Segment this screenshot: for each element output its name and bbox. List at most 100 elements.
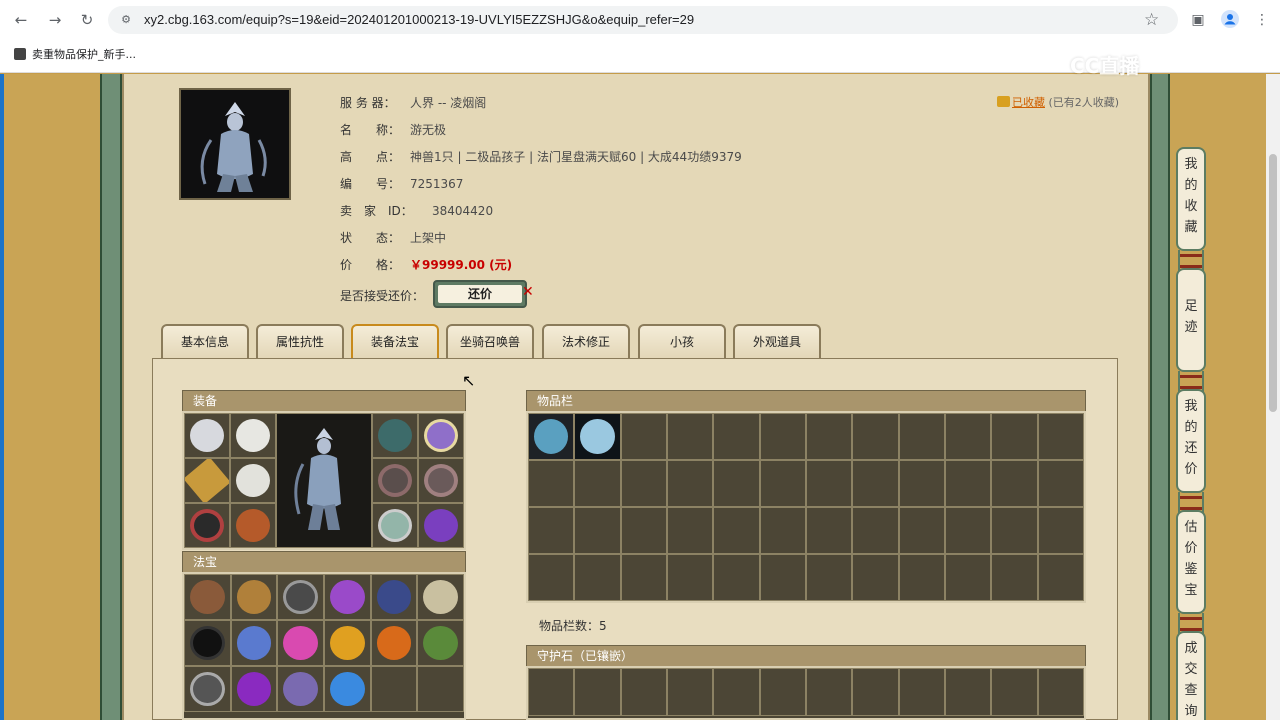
equip-slot[interactable] xyxy=(372,413,418,458)
guardstone-slot[interactable] xyxy=(944,668,992,716)
inventory-slot[interactable] xyxy=(944,507,992,554)
profile-icon[interactable] xyxy=(1220,10,1240,30)
sidebar-trade-query[interactable]: 成交查询 xyxy=(1176,631,1206,720)
treasure-slot[interactable] xyxy=(184,666,231,712)
address-bar[interactable]: ⚙ xy2.cbg.163.com/equip?s=19&eid=2024012… xyxy=(108,6,1178,34)
tab-equipment[interactable]: 装备法宝 xyxy=(351,324,439,358)
equip-slot[interactable] xyxy=(230,413,276,458)
inventory-slot[interactable] xyxy=(991,554,1038,601)
inventory-slot[interactable] xyxy=(991,507,1038,554)
inventory-slot[interactable] xyxy=(574,554,621,601)
inventory-slot[interactable] xyxy=(666,554,714,601)
equip-slot[interactable] xyxy=(418,503,464,548)
inventory-slot[interactable] xyxy=(574,507,621,554)
treasure-slot[interactable] xyxy=(230,574,278,620)
treasure-slot[interactable] xyxy=(277,574,324,620)
page-scrollbar[interactable] xyxy=(1266,74,1280,720)
guardstone-slot[interactable] xyxy=(713,668,760,716)
treasure-slot[interactable] xyxy=(370,666,418,712)
sidebar-footprints[interactable]: 足迹 xyxy=(1176,268,1206,372)
guardstone-slot[interactable] xyxy=(574,668,621,716)
tab-mounts-pets[interactable]: 坐骑召唤兽 xyxy=(446,324,534,358)
inventory-slot[interactable] xyxy=(898,507,945,554)
inventory-slot[interactable] xyxy=(898,460,945,507)
treasure-slot[interactable] xyxy=(184,574,231,620)
equip-slot[interactable] xyxy=(230,503,276,548)
inventory-slot[interactable] xyxy=(759,507,806,554)
inventory-slot[interactable] xyxy=(991,460,1038,507)
guardstone-slot[interactable] xyxy=(620,668,667,716)
menu-dots-icon[interactable]: ⋮ xyxy=(1252,10,1272,30)
bookmark-item[interactable]: 卖重物品保护_新手... xyxy=(14,46,136,64)
sidebar-my-offers[interactable]: 我的还价 xyxy=(1176,389,1206,493)
inventory-slot[interactable] xyxy=(1037,554,1084,601)
inventory-slot[interactable] xyxy=(852,554,899,601)
inventory-slot[interactable] xyxy=(852,507,899,554)
close-icon[interactable]: ✕ xyxy=(522,284,534,300)
guardstone-slot[interactable] xyxy=(1037,668,1084,716)
reload-icon[interactable]: ↻ xyxy=(76,9,98,31)
inventory-slot[interactable] xyxy=(805,413,853,460)
treasure-slot[interactable] xyxy=(370,574,418,620)
treasure-slot[interactable] xyxy=(184,620,231,666)
inventory-slot[interactable] xyxy=(852,460,899,507)
url-text[interactable]: xy2.cbg.163.com/equip?s=19&eid=202401201… xyxy=(144,12,694,27)
inventory-slot[interactable] xyxy=(620,554,667,601)
equip-slot[interactable] xyxy=(184,503,230,548)
bookmark-star-icon[interactable]: ☆ xyxy=(1144,10,1159,30)
treasure-slot[interactable] xyxy=(417,620,464,666)
equip-slot[interactable] xyxy=(184,458,230,503)
treasure-slot[interactable] xyxy=(370,620,418,666)
sidebar-appraisal[interactable]: 估价鉴宝 xyxy=(1176,510,1206,614)
guardstone-slot[interactable] xyxy=(852,668,899,716)
inventory-slot[interactable] xyxy=(759,554,806,601)
inventory-slot[interactable] xyxy=(713,554,760,601)
haggle-button[interactable]: 还价 xyxy=(433,280,527,308)
inventory-slot[interactable] xyxy=(759,460,806,507)
inventory-slot[interactable] xyxy=(574,460,621,507)
inventory-slot[interactable] xyxy=(666,413,714,460)
treasure-slot[interactable] xyxy=(230,620,278,666)
sidebar-my-favorites[interactable]: 我的收藏 xyxy=(1176,147,1206,251)
tab-basic-info[interactable]: 基本信息 xyxy=(161,324,249,358)
inventory-slot[interactable] xyxy=(852,413,899,460)
inventory-slot[interactable] xyxy=(528,507,575,554)
inventory-slot[interactable] xyxy=(666,507,714,554)
inventory-slot[interactable] xyxy=(898,554,945,601)
inventory-slot[interactable] xyxy=(528,413,575,460)
inventory-slot[interactable] xyxy=(944,554,992,601)
tab-appearance[interactable]: 外观道具 xyxy=(733,324,821,358)
treasure-slot[interactable] xyxy=(277,666,324,712)
guardstone-slot[interactable] xyxy=(759,668,806,716)
inventory-slot[interactable] xyxy=(620,413,667,460)
inventory-slot[interactable] xyxy=(528,460,575,507)
treasure-slot[interactable] xyxy=(324,574,371,620)
inventory-slot[interactable] xyxy=(1037,413,1084,460)
treasure-slot[interactable] xyxy=(277,620,324,666)
inventory-slot[interactable] xyxy=(528,554,575,601)
equip-slot[interactable] xyxy=(372,458,418,503)
site-info-icon[interactable]: ⚙ xyxy=(118,12,134,28)
back-icon[interactable]: ← xyxy=(10,9,32,31)
guardstone-slot[interactable] xyxy=(991,668,1038,716)
scrollbar-thumb[interactable] xyxy=(1269,154,1277,412)
inventory-slot[interactable] xyxy=(1037,460,1084,507)
inventory-slot[interactable] xyxy=(620,507,667,554)
equip-slot[interactable] xyxy=(184,413,230,458)
treasure-slot[interactable] xyxy=(417,574,464,620)
inventory-slot[interactable] xyxy=(713,507,760,554)
tab-child[interactable]: 小孩 xyxy=(638,324,726,358)
inventory-slot[interactable] xyxy=(713,460,760,507)
inventory-slot[interactable] xyxy=(666,460,714,507)
inventory-slot[interactable] xyxy=(713,413,760,460)
inventory-slot[interactable] xyxy=(805,460,853,507)
tab-attributes[interactable]: 属性抗性 xyxy=(256,324,344,358)
guardstone-slot[interactable] xyxy=(898,668,945,716)
equip-slot[interactable] xyxy=(372,503,418,548)
guardstone-slot[interactable] xyxy=(805,668,853,716)
treasure-slot[interactable] xyxy=(324,666,371,712)
equip-slot[interactable] xyxy=(230,458,276,503)
treasure-slot[interactable] xyxy=(417,666,464,712)
treasure-slot[interactable] xyxy=(324,620,371,666)
favorite-link[interactable]: 已收藏 xyxy=(1012,96,1045,109)
